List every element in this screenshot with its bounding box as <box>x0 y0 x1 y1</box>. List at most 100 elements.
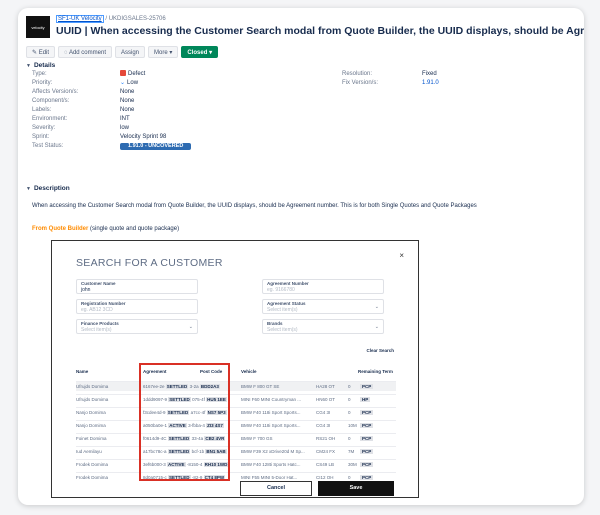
table-cell: Nanjo Domima <box>76 410 140 415</box>
column-header: Name <box>76 369 89 374</box>
priority-low-icon: ⌄ <box>120 80 126 86</box>
table-cell: PCP <box>360 410 380 415</box>
name-cell: Iud Aemilayu <box>76 449 102 454</box>
table-cell: BMW F39 X2 xDrive20d M Sp... <box>241 449 311 454</box>
edit-label: Edit <box>38 50 50 56</box>
issue-page: velocity SF1-UK Velocity / UKDIGSALES-25… <box>18 8 584 505</box>
fix-version-link[interactable]: 1.91.0 <box>422 79 439 87</box>
project-logo[interactable]: velocity <box>26 16 50 38</box>
term-cell: 0 <box>348 475 351 480</box>
detail-value: None <box>120 89 135 95</box>
table-row[interactable]: Foinet Domima f0614d9-4C SETTLED 33-4a CB… <box>76 433 396 443</box>
table-cell: RS21 OH <box>316 436 344 441</box>
close-icon[interactable]: × <box>399 251 404 260</box>
table-cell: 7M <box>348 449 358 454</box>
detail-label: Resolution: <box>342 71 373 77</box>
detail-label: Type: <box>32 71 47 77</box>
chevron-down-icon: ⌄ <box>374 324 379 330</box>
table-cell: CS49 LB <box>316 462 344 467</box>
field-placeholder: Select item(s) <box>267 327 298 333</box>
breadcrumb-issue-key[interactable]: UKDIGSALES-25706 <box>109 16 166 22</box>
table-row[interactable]: Ufrujds Domima 1ddd9097-9 SETTLED 075-4f … <box>76 394 396 404</box>
table-cell: BMW F 800 GT SE <box>241 384 311 389</box>
reg-cell: CS49 LB <box>316 462 335 467</box>
detail-label: Component/s: <box>32 98 70 104</box>
term-cell: 0 <box>348 436 351 441</box>
vehicle-cell: BMW F 700 GS <box>241 436 273 441</box>
customer-name-field[interactable]: Customer Name john <box>76 279 198 294</box>
table-cell: PCP <box>360 384 380 389</box>
table-row[interactable]: Iud Aemilayu a17bc78c-a SETTLED bcf-1b BN… <box>76 446 396 456</box>
detail-value: 1.91.0 - UNCOVERED <box>120 142 192 150</box>
more-button[interactable]: More ▾ <box>148 46 179 58</box>
save-button[interactable]: Save <box>318 481 394 496</box>
detail-label: Severity: <box>32 125 56 131</box>
table-cell: Ufrujds Domima <box>76 397 140 402</box>
field-label: Brands <box>267 321 283 326</box>
reg-cell: RS21 OH <box>316 436 336 441</box>
description-text: When accessing the Customer Search modal… <box>32 203 477 209</box>
table-cell: CG4 3I <box>316 423 344 428</box>
table-cell: 0 <box>348 436 358 441</box>
issue-toolbar: ✎ Edit ◌ Add comment Assign More ▾ Close… <box>26 46 219 58</box>
table-cell: CG4 3I <box>316 410 344 415</box>
table-cell: Ufrujds Domima <box>76 384 140 389</box>
table-cell: PCP <box>360 462 380 467</box>
term-cell: 10M <box>348 423 357 428</box>
column-header: Remaining Term <box>358 369 393 374</box>
product-cell: PCP <box>360 384 374 389</box>
table-row[interactable]: Nanjo Domima a050ba0e-1 ACTIVE 3-fbba-4 Z… <box>76 420 396 430</box>
name-cell: Ufrujds Domima <box>76 397 109 402</box>
issue-title: UUID | When accessing the Customer Searc… <box>56 25 584 37</box>
field-placeholder: Select item(s) <box>81 327 112 333</box>
detail-value: ⌄ Low <box>120 79 138 87</box>
detail-value: INT <box>120 116 130 122</box>
agreement-status-select[interactable]: Agreement Status Select item(s) ⌄ <box>262 299 384 314</box>
table-cell: 30M <box>348 462 358 467</box>
registration-number-field[interactable]: Registration Number eg. AB12 3CD <box>76 299 198 314</box>
term-cell: 30M <box>348 462 357 467</box>
detail-label: Fix Version/s: <box>342 80 379 86</box>
breadcrumb: SF1-UK Velocity / UKDIGSALES-25706 <box>56 15 166 23</box>
edit-button[interactable]: ✎ Edit <box>26 46 56 58</box>
status-dropdown[interactable]: Closed ▾ <box>181 46 219 58</box>
vehicle-cell: MINI F55 MINI 5-Door Hat... <box>241 475 298 480</box>
more-label: More <box>154 50 168 56</box>
highlight-box <box>139 363 230 481</box>
vehicle-cell: BMW F40 118i Sport Sports... <box>241 410 301 415</box>
name-cell: Frodek Domima <box>76 475 109 480</box>
field-label: Finance Products <box>81 321 119 326</box>
reg-cell: CG4 3I <box>316 410 331 415</box>
add-comment-button[interactable]: ◌ Add comment <box>58 46 112 58</box>
brands-select[interactable]: Brands Select item(s) ⌄ <box>262 319 384 334</box>
quote-builder-suffix: (single quote and quote package) <box>90 226 180 232</box>
chevron-down-icon: ▾ <box>169 50 173 56</box>
details-heading[interactable]: ▼ Details <box>26 62 55 69</box>
table-row[interactable]: Nanjo Domima f3cdee4d-9 SETTLED a7cc-4f N… <box>76 407 396 417</box>
product-cell: PCP <box>360 423 374 428</box>
table-cell: Frodek Domima <box>76 475 140 480</box>
detail-label: Test Status: <box>32 143 64 149</box>
status-label: Closed <box>187 50 208 56</box>
assign-button[interactable]: Assign <box>115 46 146 58</box>
table-cell: 10M <box>348 423 358 428</box>
table-row[interactable]: Ufrujds Domima 6167ee-2e SETTLED 3-2a BDD… <box>76 381 396 391</box>
table-row[interactable]: Frodek Domima 3ef6b000-3 ACTIVE -8150-4 R… <box>76 459 396 469</box>
table-cell: HN60 OT <box>316 397 344 402</box>
term-cell: 0 <box>348 384 351 389</box>
agreement-number-field[interactable]: Agreement Number eg. 9166780 <box>262 279 384 294</box>
table-cell: BMW F40 118i Sport Sports... <box>241 410 311 415</box>
cancel-button[interactable]: Cancel <box>240 481 312 496</box>
name-cell: Nanjo Domima <box>76 423 106 428</box>
detail-value: Defect <box>120 70 145 78</box>
field-value: john <box>81 287 91 293</box>
field-label: Agreement Number <box>267 281 309 286</box>
clear-search-link[interactable]: Clear Search <box>366 348 394 353</box>
type-value: Defect <box>128 71 146 77</box>
breadcrumb-project-link[interactable]: SF1-UK Velocity <box>56 15 104 23</box>
reg-cell: CI12 OH <box>316 475 334 480</box>
description-heading[interactable]: ▼ Description <box>26 185 70 192</box>
table-cell: Frodek Domima <box>76 462 140 467</box>
table-cell: MINI F60 MINI Countryman ... <box>241 397 311 402</box>
finance-products-select[interactable]: Finance Products Select item(s) ⌄ <box>76 319 198 334</box>
